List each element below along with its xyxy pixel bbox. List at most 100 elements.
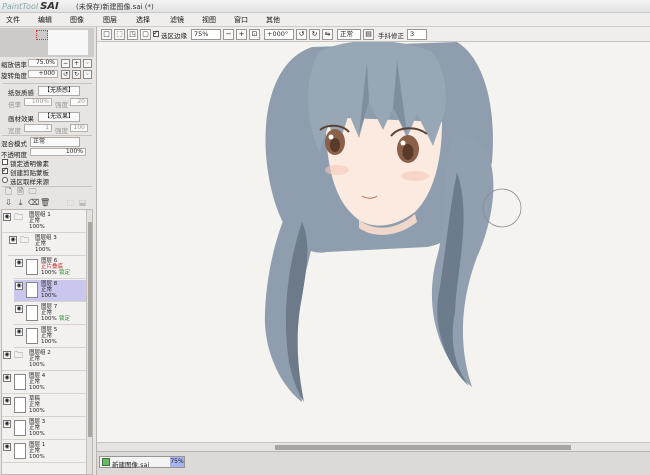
brush-effect-select[interactable]: 【无效果】 [38, 112, 80, 122]
blend-mode-select[interactable]: 正常 [30, 137, 80, 147]
file-tab[interactable]: 新建图像.sai 75% [99, 456, 185, 469]
clipping-label: 创建剪贴蒙板 [10, 169, 49, 177]
menu-edit[interactable]: 编辑 [38, 15, 52, 25]
layer-row[interactable]: ◉ 图层 3 正常 100% [2, 418, 86, 440]
fit-icon[interactable]: ⊡ [249, 29, 260, 40]
visibility-eye-icon[interactable]: ◉ [3, 443, 11, 451]
canvas-horizontal-scrollbar[interactable] [97, 442, 650, 451]
effect-width-slider[interactable]: 1 [24, 124, 52, 132]
layer-row[interactable]: ◉ 图层 4 正常 100% [2, 372, 86, 394]
navigator-preview[interactable] [0, 28, 94, 57]
layer-row[interactable]: ◉ 图层 8 正常 100% [14, 280, 86, 302]
layer-row[interactable]: ◉ 图层 5 正常 100% [14, 326, 86, 348]
navigator-thumbnail [48, 30, 88, 55]
merge-down-icon[interactable]: ⤓ [16, 198, 25, 207]
visibility-eye-icon[interactable]: ◉ [3, 420, 11, 428]
zoom-out-button[interactable]: − [61, 59, 70, 68]
rotate-row: 旋转角度 [1, 70, 27, 80]
visibility-eye-icon[interactable]: ◉ [15, 282, 23, 290]
stabilizer-field[interactable]: 3 [407, 29, 427, 40]
menu-selection[interactable]: 选择 [136, 15, 150, 25]
layer-opacity: 100% [29, 408, 45, 414]
clipping-checkbox[interactable] [2, 166, 8, 174]
transfer-down-icon[interactable]: ⇩ [4, 198, 13, 207]
selection-edge-label: 选区边缘 [161, 32, 187, 40]
effect-strength-slider[interactable]: 100 [70, 124, 88, 132]
rotate-reset-button[interactable]: ◦ [83, 70, 92, 79]
zoom-reset-button[interactable]: ◦ [83, 59, 92, 68]
layer-thumbnail [26, 305, 38, 321]
layer-folder-row[interactable]: ◉ 🗀 图层组 1 正常 100% [2, 211, 86, 233]
clear-layer-icon[interactable]: ⌫ [28, 198, 39, 207]
visibility-eye-icon[interactable]: ◉ [3, 351, 11, 359]
document-icon [102, 458, 110, 466]
zoom-in-button[interactable]: + [72, 59, 81, 68]
new-vector-layer-icon[interactable]: 🗎 [16, 187, 25, 196]
menu-other[interactable]: 其他 [266, 15, 280, 25]
flip-icon[interactable]: ⇋ [322, 29, 333, 40]
invert-selection-button[interactable]: ◳ [127, 29, 138, 40]
layer-row[interactable]: ◉ 图层 6 正片叠底 100% 锁定 [14, 257, 86, 279]
menu-image[interactable]: 图像 [70, 15, 84, 25]
mask-icon[interactable]: ⬚ [66, 198, 75, 207]
canvas-scroll-thumb[interactable] [275, 445, 571, 450]
delete-layer-icon[interactable]: 🗑 [40, 198, 50, 207]
paper-texture-select[interactable]: 【无质感】 [38, 86, 80, 96]
paper-strength-slider[interactable]: 20 [70, 98, 88, 106]
visibility-eye-icon[interactable]: ◉ [15, 259, 23, 267]
zoom-out-icon[interactable]: − [223, 29, 234, 40]
visibility-eye-icon[interactable]: ◉ [15, 305, 23, 313]
new-folder-icon[interactable]: 🗀 [28, 187, 37, 196]
select-all-button[interactable]: □ [101, 29, 112, 40]
lock-alpha-checkbox[interactable] [2, 159, 8, 165]
rotate-ccw-icon[interactable]: ↺ [296, 29, 307, 40]
canvas[interactable] [97, 42, 650, 442]
menu-window[interactable]: 窗口 [234, 15, 248, 25]
layer-folder-row[interactable]: ◉ 🗀 图层组 3 正常 100% [8, 234, 86, 256]
opacity-slider[interactable]: 100% [30, 148, 86, 156]
rotate-right-button[interactable]: ↻ [72, 70, 81, 79]
zoom-field[interactable]: 75% [191, 29, 221, 40]
selection-edge-checkbox[interactable] [153, 29, 159, 37]
zoom-slider[interactable]: 75.0% [28, 59, 58, 67]
new-layer-icon[interactable]: 🗋 [4, 187, 13, 196]
rotate-cw-icon[interactable]: ↻ [309, 29, 320, 40]
layer-opacity: 100% [41, 316, 57, 322]
paper-texture-label: 纸张质感 [8, 89, 34, 97]
layer-opacity: 100% [41, 293, 57, 299]
deselect-button[interactable]: ⬚ [114, 29, 125, 40]
visibility-eye-icon[interactable]: ◉ [3, 397, 11, 405]
layer-folder-row[interactable]: ◉ 🗀 图层组 2 正常 100% [2, 349, 86, 371]
zoom-in-icon[interactable]: + [236, 29, 247, 40]
layer-thumbnail [26, 328, 38, 344]
rotate-slider[interactable]: +000 [28, 70, 58, 78]
apply-mask-icon[interactable]: ⬓ [78, 198, 87, 207]
layer-row[interactable]: ◉ 图层 1 正常 100% [2, 441, 86, 463]
visibility-eye-icon[interactable]: ◉ [15, 328, 23, 336]
menu-view[interactable]: 视图 [202, 15, 216, 25]
layer-row[interactable]: ◉ 草稿 正常 100% [2, 395, 86, 417]
layer-row[interactable]: ◉ 图层 7 正常 100% 锁定 [14, 303, 86, 325]
visibility-eye-icon[interactable]: ◉ [3, 374, 11, 382]
file-tab-zoom: 75% [170, 457, 184, 467]
rotate-left-button[interactable]: ↺ [61, 70, 70, 79]
navigator-view-frame[interactable] [36, 30, 48, 40]
visibility-eye-icon[interactable]: ◉ [3, 213, 11, 221]
layer-thumbnail [26, 259, 38, 275]
canvas-toolbar: □ ⬚ ◳ ▢ 选区边缘 75% − + ⊡ +000° ↺ ↻ ⇋ 正常 ▤ … [97, 27, 650, 42]
visibility-eye-icon[interactable]: ◉ [9, 236, 17, 244]
paper-strength-label: 强度 [55, 101, 68, 109]
crop-button[interactable]: ▢ [140, 29, 151, 40]
layer-list-scrollbar[interactable] [86, 210, 92, 474]
rotation-field[interactable]: +000° [264, 29, 294, 40]
view-mode-field[interactable]: 正常 [337, 29, 361, 40]
layer-thumbnail [14, 397, 26, 413]
menu-file[interactable]: 文件 [6, 15, 20, 25]
menu-filter[interactable]: 滤镜 [170, 15, 184, 25]
layer-list-scroll-thumb[interactable] [88, 222, 92, 437]
paper-scale-slider[interactable]: 100% [24, 98, 52, 106]
mode-toggle-icon[interactable]: ▤ [363, 29, 374, 40]
divider [2, 83, 92, 84]
selection-source-radio[interactable] [2, 177, 8, 183]
menu-layer[interactable]: 图层 [103, 15, 117, 25]
